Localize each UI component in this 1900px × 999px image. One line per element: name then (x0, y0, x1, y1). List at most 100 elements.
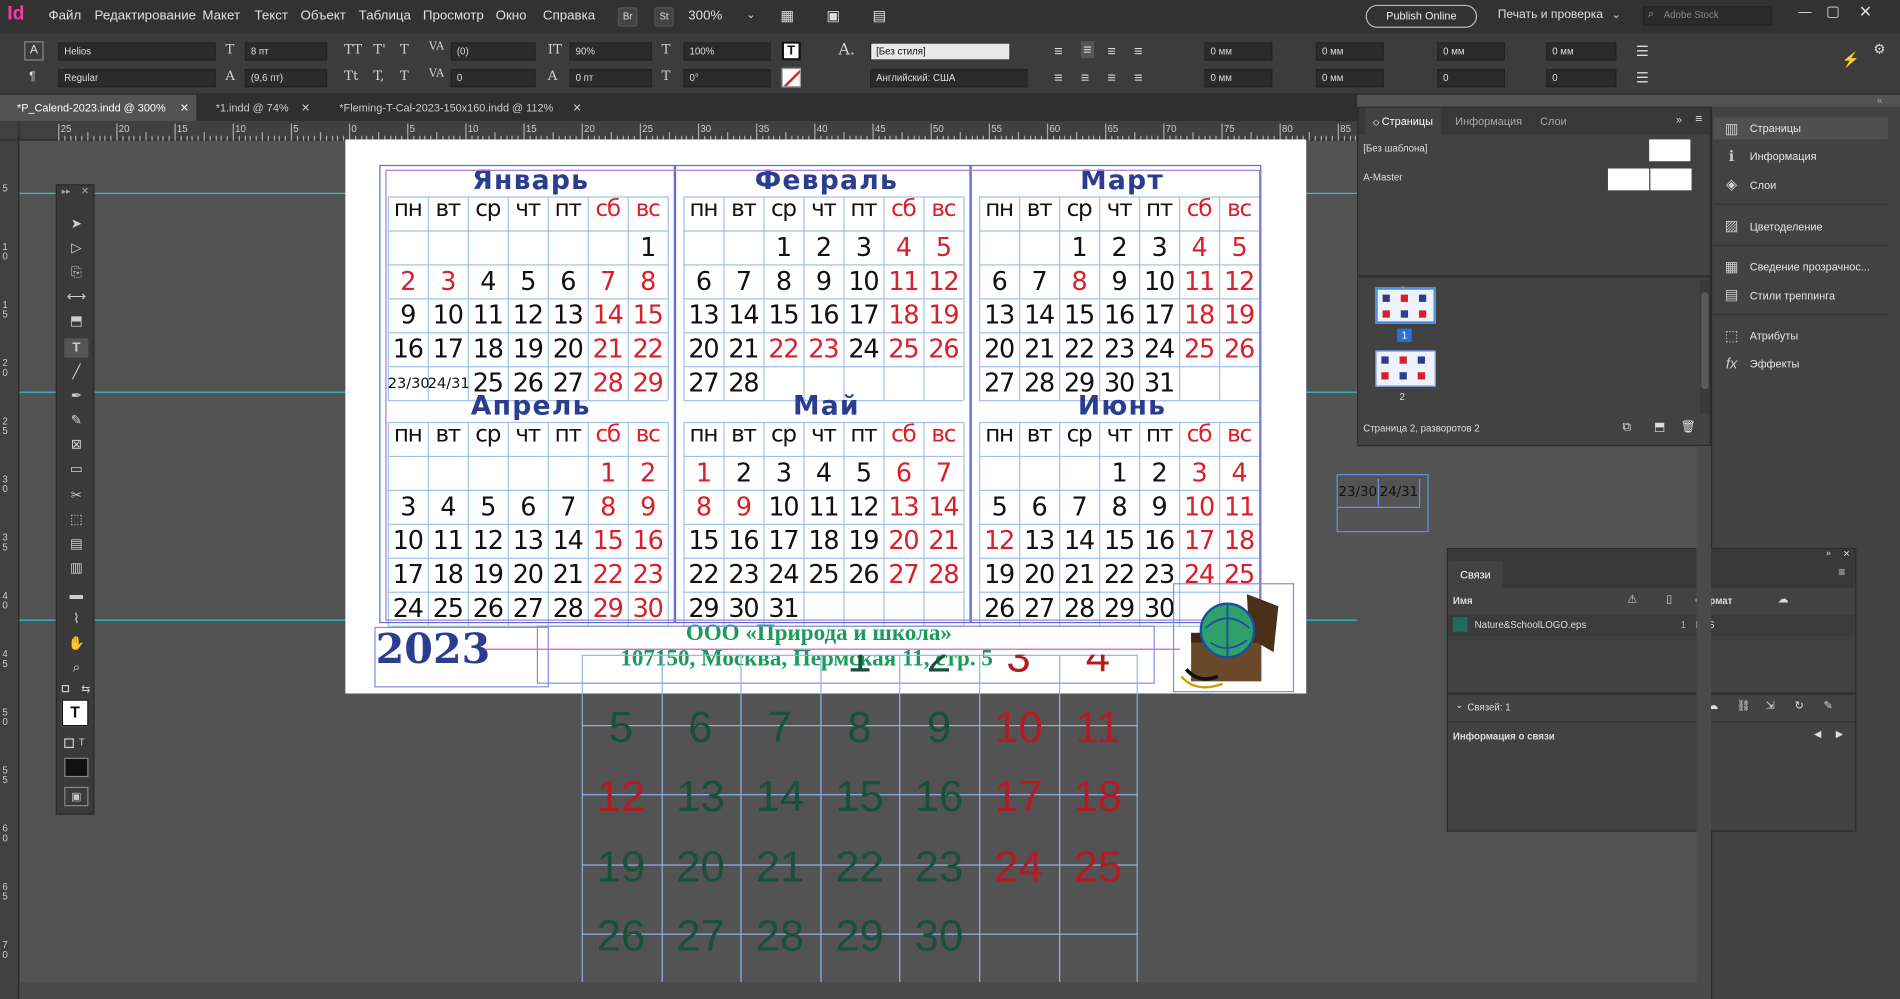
side-button-flattener[interactable]: Сведение прозрачнос... (1750, 261, 1870, 273)
stroke-swatch-icon[interactable] (781, 67, 801, 88)
table-cell[interactable]: 4 (1059, 655, 1138, 690)
vertical-scale-field[interactable]: 90% (569, 42, 652, 61)
table-cell[interactable]: 20 (661, 830, 740, 899)
scrollbar[interactable] (1700, 280, 1710, 414)
collapse-icon[interactable]: » (1826, 549, 1831, 557)
menu-item[interactable]: Таблица (359, 8, 411, 23)
menu-item[interactable]: Редактирование (95, 8, 197, 23)
drop-cap-lines-field[interactable]: 0 (1437, 69, 1505, 88)
panel-grip-icon[interactable]: ▸▸ (62, 187, 71, 196)
formatting-container-icon[interactable] (64, 738, 74, 749)
strikethrough-icon[interactable]: T (400, 68, 409, 84)
side-button-attributes[interactable]: Атрибуты (1750, 330, 1798, 342)
page-tool-icon[interactable]: ⎘ (64, 263, 88, 282)
gap-tool-icon[interactable]: ⟷ (64, 287, 88, 306)
right-indent-field[interactable]: 0 мм (1315, 42, 1384, 61)
table-cell[interactable] (661, 655, 740, 690)
justify-last-center-icon[interactable]: ≡ (1081, 69, 1090, 86)
numbering-icon[interactable]: ☰ (1636, 69, 1649, 86)
free-transform-tool-icon[interactable]: ⬚ (64, 510, 88, 529)
update-link-icon[interactable]: ↻ (1795, 700, 1804, 713)
tab-info[interactable]: Информация (1455, 108, 1522, 135)
subscript-icon[interactable]: T, (373, 68, 384, 84)
font-size-field[interactable]: 8 пт (244, 42, 328, 61)
justify-icon[interactable]: ≡ (1134, 42, 1143, 59)
panel-options-icon[interactable]: ≡ (1838, 566, 1845, 579)
table-cell[interactable]: 13 (661, 760, 740, 829)
direct-selection-tool-icon[interactable]: ▷ (64, 239, 88, 258)
justify-all-icon[interactable]: ≡ (1134, 69, 1143, 86)
menu-item[interactable]: Макет (202, 8, 240, 23)
side-button-layers[interactable]: Слои (1750, 179, 1777, 191)
stock-search-input[interactable]: Adobe Stock (1643, 6, 1772, 26)
none-master-label[interactable]: [Без шаблона] (1363, 143, 1427, 154)
formatting-text-icon[interactable]: T (79, 737, 85, 748)
table-cell[interactable]: 19 (582, 830, 661, 899)
table-cell[interactable]: 23 (900, 830, 979, 899)
col-name[interactable]: Имя (1453, 595, 1473, 606)
next-link-icon[interactable]: ▶ (1836, 729, 1843, 740)
page-col-icon[interactable]: ▯ (1666, 593, 1672, 606)
screen-mode-tool-icon[interactable]: ▣ (64, 786, 89, 807)
tab-fleming[interactable]: *Fleming-T-Cal-2023-150x160.indd @ 112% ✕ (322, 95, 589, 122)
horizontal-scale-field[interactable]: 100% (683, 42, 771, 61)
tab-links[interactable]: Связи (1448, 561, 1503, 589)
table-cell[interactable]: 6 (661, 690, 740, 759)
zoom-tool-icon[interactable]: ⌕ (64, 658, 88, 677)
justify-last-left-icon[interactable]: ≡ (1054, 69, 1063, 86)
screen-mode-icon[interactable]: ▣ (826, 7, 840, 24)
dock-collapse-icon[interactable]: « (1877, 95, 1882, 106)
table-cell[interactable]: 8 (820, 690, 899, 759)
panel-options-icon[interactable]: ≡ (1695, 113, 1702, 126)
fill-stroke-icon[interactable]: T (61, 699, 89, 727)
space-before-field[interactable]: 0 мм (1437, 42, 1505, 61)
close-icon[interactable]: ✕ (81, 185, 89, 196)
menu-item[interactable]: Файл (48, 8, 81, 23)
table-cell[interactable]: 26 (582, 900, 661, 969)
new-page-icon[interactable]: ⬒ (1654, 421, 1665, 434)
table-cell[interactable]: 7 (741, 690, 820, 759)
default-colors-icon[interactable] (61, 684, 70, 693)
goto-link-icon[interactable]: ⇲ (1765, 700, 1774, 713)
prev-link-icon[interactable]: ◀ (1814, 729, 1821, 740)
table-cell[interactable]: 11 (1059, 690, 1138, 759)
align-left-icon[interactable]: ≡ (1054, 42, 1063, 59)
edit-original-icon[interactable]: ✎ (1824, 700, 1833, 713)
all-caps-icon[interactable]: TT (344, 41, 362, 57)
table-cell[interactable]: 25 (1059, 830, 1138, 899)
table-cell[interactable] (979, 900, 1058, 969)
close-icon[interactable]: ✕ (301, 95, 310, 122)
table-cell[interactable] (741, 655, 820, 690)
cloud-col-icon[interactable]: ☁ (1778, 593, 1789, 606)
disclosure-icon[interactable]: ⌄ (1455, 700, 1463, 711)
menu-item[interactable]: Справка (543, 8, 595, 23)
vertical-scrollbar[interactable] (1696, 446, 1711, 999)
page-2-thumb[interactable] (1375, 350, 1436, 387)
table-cell[interactable]: 24 (979, 830, 1058, 899)
rectangle-frame-tool-icon[interactable]: ⊠ (64, 435, 88, 454)
table-cell[interactable]: 16 (900, 760, 979, 829)
underline-icon[interactable]: T (400, 41, 409, 57)
table-cell[interactable]: 2 (900, 655, 979, 690)
font-style-field[interactable]: Regular (58, 69, 216, 88)
selection-tool-icon[interactable]: ➤ (64, 215, 88, 234)
table-cell[interactable]: 14 (741, 760, 820, 829)
side-button-separations[interactable]: Цветоделение (1750, 221, 1823, 233)
menu-item[interactable]: Просмотр (423, 8, 484, 23)
table-cell[interactable]: 5 (582, 690, 661, 759)
hand-tool-icon[interactable]: ✋ (64, 634, 88, 653)
logo-image[interactable] (1172, 583, 1295, 693)
a-master-label[interactable]: A-Master (1363, 172, 1402, 183)
gradient-swatch-tool-icon[interactable]: ▤ (64, 535, 88, 554)
align-center-icon[interactable]: ≡ (1080, 41, 1095, 59)
close-icon[interactable]: ✕ (180, 95, 189, 122)
language-field[interactable]: Английский: США (870, 69, 1028, 88)
para-mode-icon[interactable]: ¶ (29, 70, 36, 83)
tab-1-indd[interactable]: *1.indd @ 74% ✕ (199, 95, 318, 122)
fill-swatch-icon[interactable]: T (781, 41, 801, 61)
horizontal-scrollbar[interactable] (19, 982, 1697, 999)
menu-item[interactable]: Текст (254, 8, 288, 23)
chevron-down-icon[interactable]: ⌄ (1612, 8, 1621, 21)
tracking-field[interactable]: (0) (450, 42, 536, 61)
small-caps-icon[interactable]: Tt (344, 68, 358, 84)
